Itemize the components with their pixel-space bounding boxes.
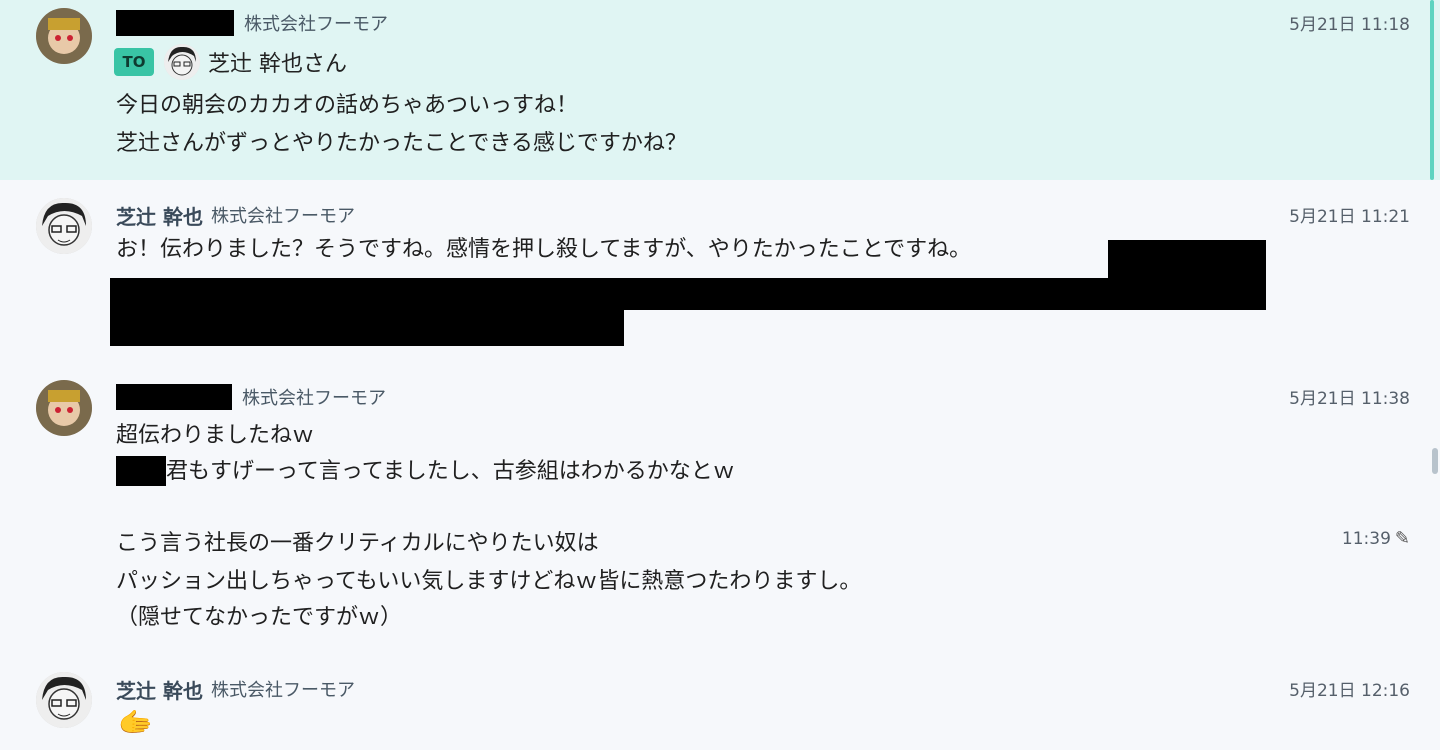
sender-org: 株式会社フーモア	[210, 206, 355, 227]
edited-timestamp: 11:39 ✎	[1342, 528, 1410, 549]
redacted-text	[1108, 240, 1266, 280]
sender-org: 株式会社フーモア	[210, 680, 355, 701]
message-timestamp: 5月21日 11:38	[1289, 389, 1410, 409]
message-text: 芝辻さんがずっとやりたかったことできる感じですかね？	[116, 131, 687, 156]
sender-name[interactable]: 芝辻 幹也	[116, 675, 203, 704]
redacted-sender	[116, 384, 232, 410]
avatar[interactable]	[36, 8, 92, 64]
message-header: 芝辻 幹也 株式会社フーモア	[116, 675, 355, 704]
message-header: 株式会社フーモア	[116, 10, 388, 36]
sender-org: 株式会社フーモア	[242, 388, 386, 409]
message-timestamp: 5月21日 12:16	[1289, 681, 1410, 701]
message-header: 芝辻 幹也 株式会社フーモア	[116, 201, 355, 230]
message-item[interactable]: 株式会社フーモア 5月21日 11:38 超伝わりましたねｗ 君もすげーって言っ…	[0, 360, 1440, 650]
message-item[interactable]: 芝辻 幹也 株式会社フーモア 5月21日 11:21 お！伝わりました？そうです…	[0, 180, 1440, 360]
message-timestamp: 5月21日 11:21	[1289, 207, 1410, 227]
sender-name[interactable]: 芝辻 幹也	[116, 201, 203, 230]
to-name: 芝辻 幹也さん	[208, 52, 347, 77]
message-text: 超伝わりましたねｗ	[116, 423, 315, 448]
message-text: 今日の朝会のカカオの話めちゃあついっすね！	[116, 93, 579, 118]
message-timestamp: 5月21日 11:18	[1289, 15, 1410, 35]
message-text: こう言う社長の一番クリティカルにやりたい奴は	[116, 531, 599, 556]
redacted-text	[116, 456, 166, 486]
message-item[interactable]: 芝辻 幹也 株式会社フーモア 5月21日 12:16 🫱	[0, 650, 1440, 750]
message-text: （隠せてなかったですがｗ）	[116, 605, 403, 630]
hand-emoji-icon: 🫱	[118, 706, 153, 739]
sender-org: 株式会社フーモア	[244, 14, 388, 35]
message-text: パッション出しちゃってもいい気しますけどねｗ皆に熱意つたわりますし。	[116, 569, 862, 594]
avatar[interactable]	[36, 380, 92, 436]
to-badge: TO	[114, 48, 154, 76]
scrollbar-thumb[interactable]	[1432, 448, 1438, 474]
avatar[interactable]	[36, 198, 92, 254]
edited-time-label: 11:39	[1341, 528, 1391, 549]
redacted-text	[110, 310, 624, 346]
redacted-text	[110, 278, 1266, 310]
message-text: 君もすげーって言ってましたし、古参組はわかるかなとｗ	[166, 459, 735, 484]
message-header: 株式会社フーモア	[116, 384, 386, 410]
message-text: お！伝わりました？そうですね。感情を押し殺してますが、やりたかったことですね。	[116, 237, 972, 262]
redacted-sender	[116, 10, 234, 36]
pencil-icon[interactable]: ✎	[1395, 528, 1410, 549]
message-item[interactable]: 株式会社フーモア 5月21日 11:18 TO 芝辻 幹也さん 今日の朝会のカカ…	[0, 0, 1440, 180]
to-mention: TO 芝辻 幹也さん	[114, 44, 347, 80]
to-avatar	[164, 44, 200, 80]
avatar[interactable]	[36, 672, 92, 728]
chat-timeline: 株式会社フーモア 5月21日 11:18 TO 芝辻 幹也さん 今日の朝会のカカ…	[0, 0, 1440, 750]
